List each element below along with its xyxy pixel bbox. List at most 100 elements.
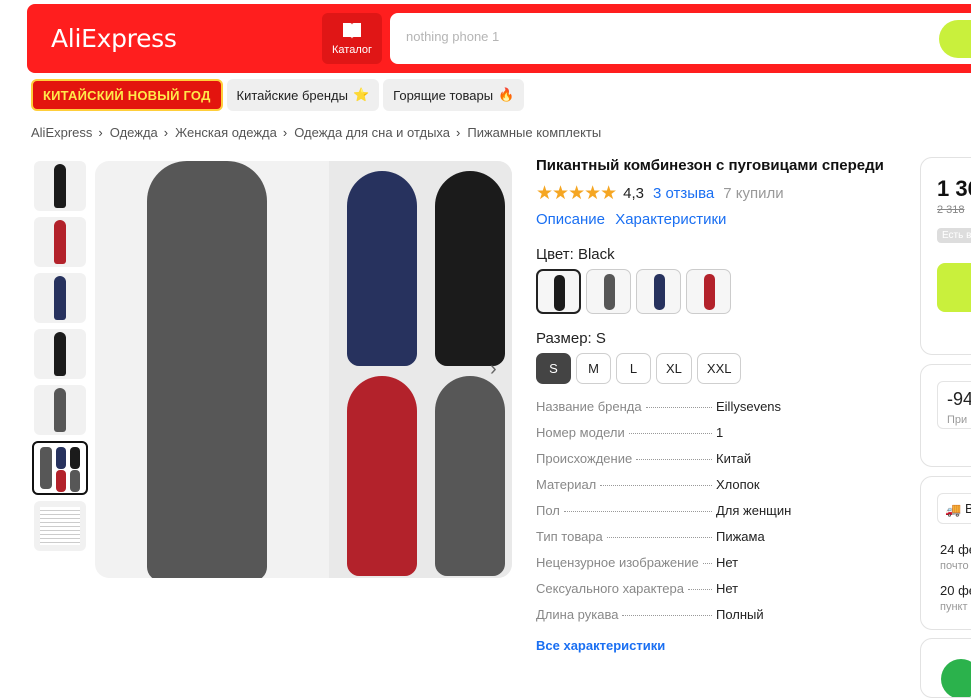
- search-button[interactable]: [939, 20, 971, 58]
- product-figure: [54, 332, 66, 376]
- spec-key: Происхождение: [536, 451, 716, 466]
- product-figure: [54, 220, 66, 264]
- search-input[interactable]: [406, 29, 906, 44]
- spec-row: Название бренда Eillysevens: [536, 393, 896, 419]
- aliexpress-logo[interactable]: AliExpress: [51, 24, 177, 53]
- thumbnail[interactable]: [34, 161, 86, 211]
- breadcrumb-item[interactable]: AliExpress: [31, 125, 92, 140]
- thumbnail-size-chart[interactable]: [34, 501, 86, 551]
- delivery-method-1: почто: [940, 560, 969, 572]
- promo-tags: КИТАЙСКИЙ НОВЫЙ ГОД Китайские бренды ⭐ Го…: [31, 79, 525, 111]
- book-icon: [343, 23, 361, 39]
- product-title: Пикантный комбинезон с пуговицами сперед…: [536, 157, 884, 174]
- size-option-xxl[interactable]: XXL: [696, 353, 742, 384]
- product-figure: [653, 274, 665, 310]
- tag-label: КИТАЙСКИЙ НОВЫЙ ГОД: [43, 87, 211, 103]
- breadcrumb-item[interactable]: Пижамные комплекты: [467, 125, 601, 140]
- spec-value: Нет: [716, 554, 739, 570]
- product-figure-navy: [347, 171, 417, 366]
- size-option-m[interactable]: M: [576, 353, 611, 384]
- coupon-box[interactable]: -94 При: [937, 381, 971, 429]
- coupon-discount: -94: [947, 389, 971, 409]
- delivery-selector[interactable]: 🚚 В: [937, 493, 971, 524]
- thumbnail[interactable]: [34, 273, 86, 323]
- coupon-card: -94 При: [920, 364, 971, 467]
- spec-row: Номер модели 1: [536, 419, 896, 445]
- product-figure: [54, 388, 66, 432]
- product-info: Пикантный комбинезон с пуговицами сперед…: [536, 157, 906, 384]
- spec-key: Номер модели: [536, 425, 716, 440]
- buy-button[interactable]: [937, 263, 971, 312]
- product-figure: [56, 470, 66, 492]
- reviews-link[interactable]: 3 отзыва: [653, 185, 714, 202]
- price: 1 36: [937, 176, 971, 201]
- delivery-card: 🚚 В 24 фе почто 20 фе пункт: [920, 476, 971, 630]
- characteristics-link[interactable]: Характеристики: [615, 211, 726, 228]
- spec-value: Полный: [716, 606, 764, 622]
- spec-row: Нецензурное изображение Нет: [536, 549, 896, 575]
- spec-row: Материал Хлопок: [536, 471, 896, 497]
- tag-label: Горящие товары: [393, 87, 494, 103]
- star-icon: ⭐: [352, 87, 370, 102]
- chevron-right-icon: ›: [163, 125, 169, 140]
- breadcrumb-item[interactable]: Одежда для сна и отдыха: [294, 125, 450, 140]
- size-option-xl[interactable]: XL: [656, 353, 692, 384]
- delivery-date-2: 20 фе: [940, 583, 971, 598]
- spec-value: Для женщин: [716, 502, 792, 518]
- spec-key: Длина рукава: [536, 607, 716, 622]
- thumbnail[interactable]: [34, 217, 86, 267]
- color-swatch-red[interactable]: [686, 269, 731, 314]
- catalog-button[interactable]: Каталог: [322, 13, 382, 64]
- tag-chinese-new-year[interactable]: КИТАЙСКИЙ НОВЫЙ ГОД: [31, 79, 223, 111]
- coupon-condition: При: [947, 414, 968, 426]
- product-figure: [603, 274, 615, 310]
- chevron-right-icon: ›: [282, 125, 288, 140]
- product-figure: [703, 274, 715, 310]
- thumbnail[interactable]: [34, 385, 86, 435]
- spec-row: Происхождение Китай: [536, 445, 896, 471]
- color-swatch-navy[interactable]: [636, 269, 681, 314]
- spec-key: Материал: [536, 477, 716, 492]
- tag-label: Китайские бренды: [236, 87, 348, 103]
- chevron-right-icon: ›: [98, 125, 103, 140]
- tag-hot-deals[interactable]: Горящие товары 🔥: [383, 79, 525, 111]
- size-label: Размер: S: [536, 330, 606, 347]
- spec-value: Нет: [716, 580, 739, 596]
- delivery-date-1: 24 фе: [940, 542, 971, 557]
- color-swatch-gray[interactable]: [586, 269, 631, 314]
- product-figure: [553, 275, 565, 311]
- spec-key: Нецензурное изображение: [536, 555, 716, 570]
- product-figure: [70, 447, 80, 469]
- rating-value: 4,3: [623, 185, 645, 202]
- thumbnail-active[interactable]: [32, 441, 88, 495]
- all-characteristics-link[interactable]: Все характеристики: [536, 638, 665, 653]
- main-product-image[interactable]: [95, 161, 512, 578]
- color-swatch-black[interactable]: [536, 269, 581, 314]
- breadcrumb-item[interactable]: Женская одежда: [175, 125, 277, 140]
- size-option-l[interactable]: L: [616, 353, 651, 384]
- description-link[interactable]: Описание: [536, 211, 605, 228]
- seller-card: [920, 638, 971, 698]
- chevron-right-icon[interactable]: ›: [490, 358, 497, 381]
- product-figure: [54, 164, 66, 208]
- spec-value: Eillysevens: [716, 398, 782, 414]
- product-figure-gray: [147, 161, 267, 578]
- product-figure-gray-small: [435, 376, 505, 576]
- spec-value: Китай: [716, 450, 752, 466]
- chevron-right-icon: ›: [456, 125, 461, 140]
- old-price: 2 318: [937, 204, 965, 216]
- spec-value: Хлопок: [716, 476, 760, 492]
- product-figure: [70, 470, 80, 492]
- spec-key: Название бренда: [536, 399, 716, 414]
- breadcrumb-item[interactable]: Одежда: [110, 125, 158, 140]
- product-figure: [40, 447, 52, 489]
- tag-chinese-brands[interactable]: Китайские бренды ⭐: [226, 79, 380, 111]
- product-figure: [56, 447, 66, 469]
- color-label: Цвет: Black: [536, 246, 615, 263]
- rating-stars-icon: ★★★★★: [536, 183, 617, 204]
- thumbnail[interactable]: [34, 329, 86, 379]
- delivery-method-2: пункт: [940, 601, 968, 613]
- size-option-s[interactable]: S: [536, 353, 571, 384]
- product-figure: [54, 276, 66, 320]
- spec-value: Пижама: [716, 528, 765, 544]
